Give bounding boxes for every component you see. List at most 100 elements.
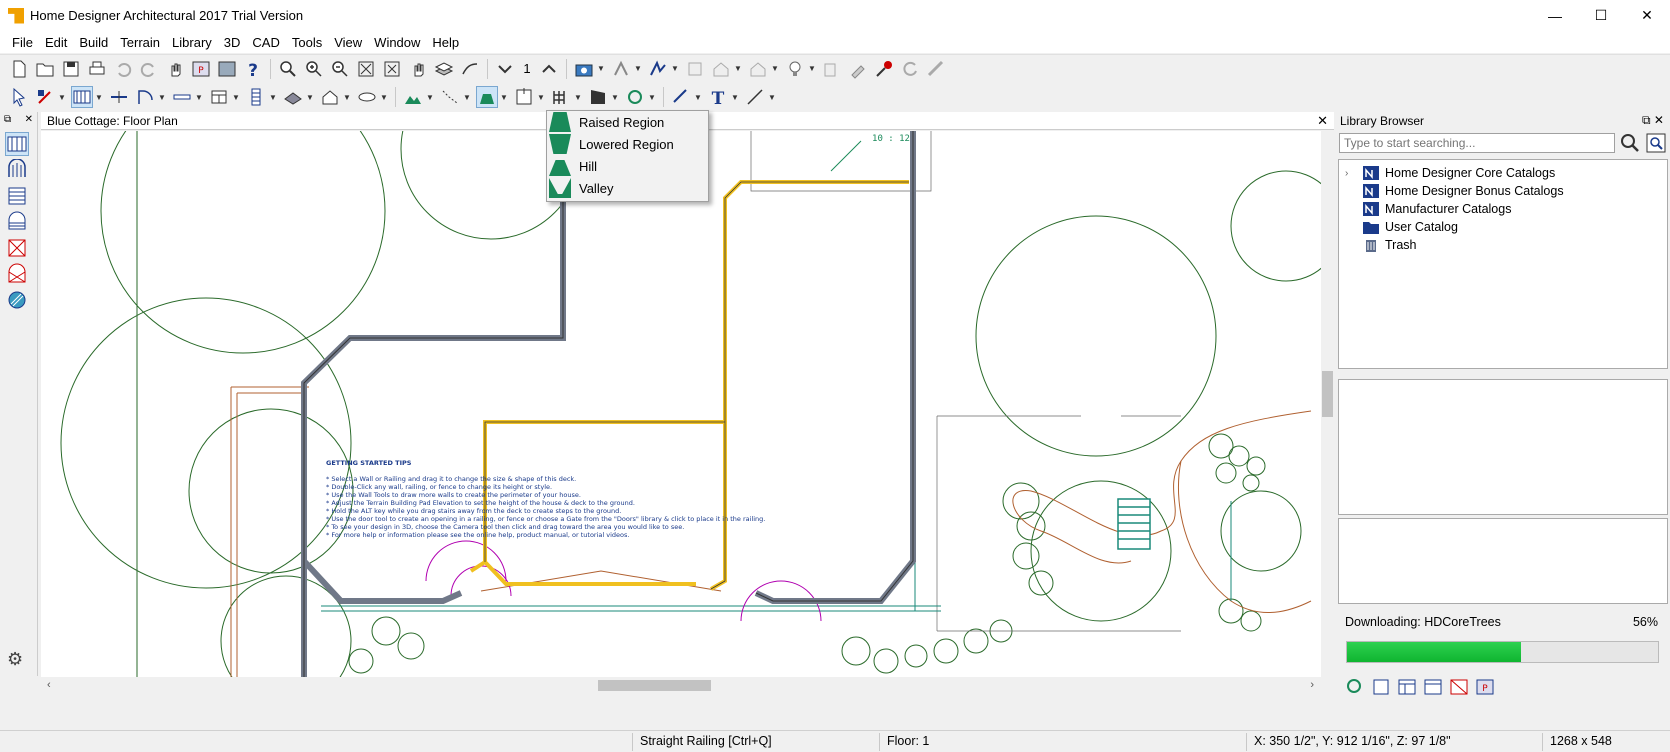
house-wizard-dropdown-icon[interactable]: ▼	[734, 58, 742, 80]
open-folder-icon[interactable]	[34, 58, 56, 80]
library-item-core-catalogs[interactable]: › Home Designer Core Catalogs	[1345, 164, 1667, 182]
curved-deck-icon[interactable]	[5, 210, 29, 234]
room-dropdown-icon[interactable]: ▼	[343, 86, 351, 108]
text-tool-icon[interactable]: T	[707, 86, 729, 108]
document-close-icon[interactable]: ✕	[1317, 113, 1328, 129]
railing-dropdown-icon[interactable]: ▼	[95, 86, 103, 108]
maximize-button[interactable]: ☐	[1578, 0, 1624, 31]
library-item-trash[interactable]: Trash	[1345, 236, 1667, 254]
edit-tools-icon[interactable]	[610, 58, 632, 80]
terrain-dropdown-icon[interactable]: ▼	[426, 86, 434, 108]
menu-help[interactable]: Help	[426, 35, 465, 50]
copy-paste-icon[interactable]	[684, 58, 706, 80]
path-tool-icon[interactable]	[439, 86, 461, 108]
scroll-left-icon[interactable]: ‹	[47, 679, 51, 691]
library-item-manufacturer-catalogs[interactable]: Manufacturer Catalogs	[1345, 200, 1667, 218]
pane-float-icon[interactable]: ⧉	[4, 114, 11, 128]
search-icon[interactable]	[1619, 132, 1641, 154]
add-to-library-icon[interactable]	[821, 58, 843, 80]
expand-arrow-icon[interactable]: ›	[1345, 168, 1359, 179]
menu-tools[interactable]: Tools	[286, 35, 328, 50]
menu-terrain[interactable]: Terrain	[114, 35, 166, 50]
library-search-icon[interactable]	[1344, 676, 1366, 698]
fence-tool-icon[interactable]	[550, 86, 572, 108]
floor-down-icon[interactable]	[494, 58, 516, 80]
light-dropdown-icon[interactable]: ▼	[808, 58, 816, 80]
break-wall-icon[interactable]	[108, 86, 130, 108]
catalog-view-icon[interactable]: P	[190, 58, 212, 80]
cross-section-icon[interactable]	[624, 86, 646, 108]
elevation-icon[interactable]	[587, 86, 609, 108]
roof-tool-icon[interactable]	[282, 86, 304, 108]
menu-view[interactable]: View	[328, 35, 368, 50]
camera-dropdown-icon[interactable]: ▼	[597, 58, 605, 80]
window-tool-icon[interactable]	[171, 86, 193, 108]
menu-3d[interactable]: 3D	[218, 35, 247, 50]
save-icon[interactable]	[60, 58, 82, 80]
floor-plan-canvas[interactable]: 10 : 12 GETTING STARTED TIPS * Select a …	[41, 131, 1321, 677]
path-dropdown-icon[interactable]: ▼	[463, 86, 471, 108]
library-search-input[interactable]	[1339, 133, 1615, 153]
room-tool-icon[interactable]	[319, 86, 341, 108]
dimension-dropdown-icon[interactable]: ▼	[671, 58, 679, 80]
text-dropdown-icon[interactable]: ▼	[731, 86, 739, 108]
library-float-close-icon[interactable]: ⧉ ✕	[1642, 113, 1664, 128]
terrain-feature-icon[interactable]	[476, 86, 498, 108]
settings-gear-icon[interactable]: ⚙	[7, 649, 23, 670]
cabinet-dropdown-icon[interactable]: ▼	[232, 86, 240, 108]
menu-cad[interactable]: CAD	[246, 35, 285, 50]
menu-item-hill[interactable]: Hill	[547, 155, 708, 177]
fill-window-icon[interactable]	[355, 58, 377, 80]
railing-tool-icon[interactable]	[71, 86, 93, 108]
camera-icon[interactable]	[573, 58, 595, 80]
library-view-list-icon[interactable]	[1422, 676, 1444, 698]
plant-dropdown-icon[interactable]: ▼	[537, 86, 545, 108]
help-icon[interactable]: ?	[242, 58, 264, 80]
hole-dropdown-icon[interactable]: ▼	[380, 86, 388, 108]
vertical-scrollbar[interactable]	[1321, 131, 1334, 677]
horizontal-scrollbar[interactable]: ‹ ›	[41, 677, 1334, 694]
menu-item-valley[interactable]: Valley	[547, 177, 708, 199]
menu-library[interactable]: Library	[166, 35, 218, 50]
door-tool-icon[interactable]	[134, 86, 156, 108]
cabinet-tool-icon[interactable]	[208, 86, 230, 108]
window-dropdown-icon[interactable]: ▼	[195, 86, 203, 108]
dimension-line-icon[interactable]	[670, 86, 692, 108]
print-icon[interactable]	[86, 58, 108, 80]
library-item-bonus-catalogs[interactable]: Home Designer Bonus Catalogs	[1345, 182, 1667, 200]
dimension-icon[interactable]	[647, 58, 669, 80]
new-file-icon[interactable]	[8, 58, 30, 80]
zoom-icon[interactable]	[277, 58, 299, 80]
line-dropdown-icon[interactable]: ▼	[768, 86, 776, 108]
library-filter-icon[interactable]	[1370, 676, 1392, 698]
material-painter-icon[interactable]	[873, 58, 895, 80]
library-plan-icon[interactable]: P	[1474, 676, 1496, 698]
menu-item-lowered-region[interactable]: Lowered Region	[547, 133, 708, 155]
menu-window[interactable]: Window	[368, 35, 426, 50]
layer-display-icon[interactable]	[216, 58, 238, 80]
library-item-user-catalog[interactable]: User Catalog	[1345, 218, 1667, 236]
cross-section-dropdown-icon[interactable]: ▼	[648, 86, 656, 108]
edit-tools-dropdown-icon[interactable]: ▼	[634, 58, 642, 80]
zoom-in-icon[interactable]	[303, 58, 325, 80]
elevation-dropdown-icon[interactable]: ▼	[611, 86, 619, 108]
curved-railing-icon[interactable]	[5, 158, 29, 182]
redo-icon[interactable]	[138, 58, 160, 80]
fence-dropdown-icon[interactable]: ▼	[574, 86, 582, 108]
select-objects-icon[interactable]	[8, 86, 30, 108]
vertical-scroll-thumb[interactable]	[1322, 371, 1333, 417]
roof-dropdown-icon[interactable]: ▼	[306, 86, 314, 108]
hand-select-icon[interactable]	[164, 58, 186, 80]
round-deck-icon[interactable]	[5, 288, 29, 312]
terrain-feature-dropdown-icon[interactable]: ▼	[500, 86, 508, 108]
plant-tool-icon[interactable]	[513, 86, 535, 108]
layers-icon[interactable]	[433, 58, 455, 80]
dimension-line-dropdown-icon[interactable]: ▼	[694, 86, 702, 108]
library-view-grid-icon[interactable]	[1396, 676, 1418, 698]
terrain-tool-icon[interactable]	[402, 86, 424, 108]
light-bulb-icon[interactable]	[784, 58, 806, 80]
straight-railing-icon[interactable]	[5, 132, 29, 156]
eyedropper-icon[interactable]	[847, 58, 869, 80]
line-tool-icon[interactable]	[744, 86, 766, 108]
advanced-search-icon[interactable]	[1645, 132, 1667, 154]
